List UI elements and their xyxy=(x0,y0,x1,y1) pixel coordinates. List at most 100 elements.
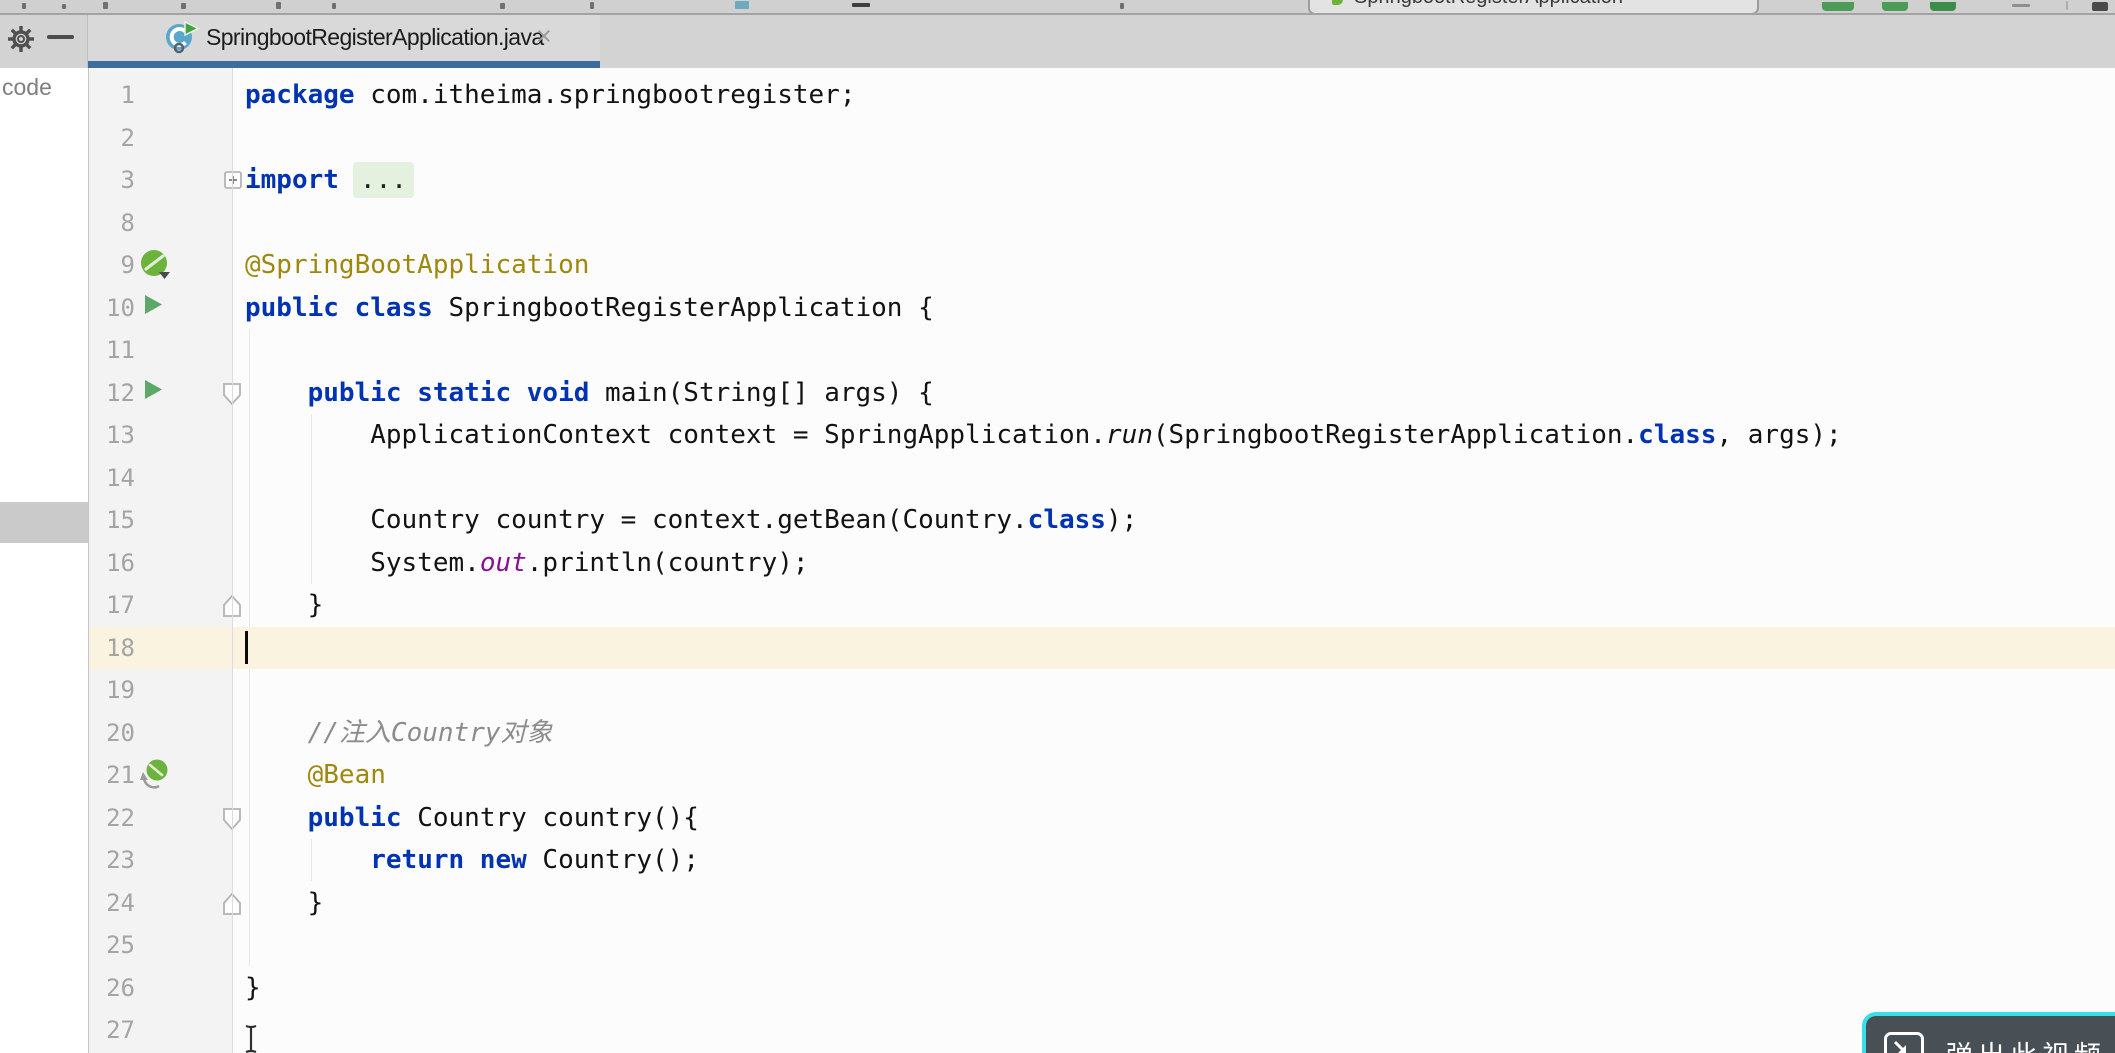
line-number[interactable]: 16 xyxy=(89,542,135,585)
line-number[interactable]: 13 xyxy=(89,414,135,457)
run-icon[interactable] xyxy=(140,377,174,411)
code-line[interactable]: 15 Country country = context.getBean(Cou… xyxy=(89,499,2115,542)
line-number[interactable]: 14 xyxy=(89,457,135,500)
line-number[interactable]: 26 xyxy=(89,967,135,1010)
gutter-cell: 23 xyxy=(89,839,232,882)
code-cell[interactable] xyxy=(232,924,2115,967)
code-line[interactable]: 23 return new Country(); xyxy=(89,839,2115,882)
breadcrumb-fragment xyxy=(500,3,505,9)
run-icon[interactable] xyxy=(140,292,174,326)
code-cell[interactable] xyxy=(232,117,2115,160)
code-cell[interactable] xyxy=(232,202,2115,245)
code-cell[interactable]: } xyxy=(232,967,2115,1010)
code-line[interactable]: 17 } xyxy=(89,584,2115,627)
code-cell[interactable]: Country country = context.getBean(Countr… xyxy=(232,499,2115,542)
line-number[interactable]: 8 xyxy=(89,202,135,245)
line-number[interactable]: 10 xyxy=(89,287,135,330)
code-line[interactable]: 26} xyxy=(89,967,2115,1010)
line-number[interactable]: 20 xyxy=(89,712,135,755)
code-line[interactable]: 27 xyxy=(89,1009,2115,1052)
line-number[interactable]: 27 xyxy=(89,1009,135,1052)
code-cell[interactable]: import... xyxy=(232,159,2115,202)
popout-video-button[interactable]: 弹出此视频 xyxy=(1862,1012,2115,1053)
code-cell[interactable]: return new Country(); xyxy=(232,839,2115,882)
springboot-icon[interactable] xyxy=(140,249,174,283)
code-line[interactable]: 9 @SpringBootApplication xyxy=(89,244,2115,287)
line-number[interactable]: 24 xyxy=(89,882,135,925)
line-number[interactable]: 17 xyxy=(89,584,135,627)
bean-icon[interactable] xyxy=(140,759,174,793)
code-cell[interactable]: ApplicationContext context = SpringAppli… xyxy=(232,414,2115,457)
gutter-cell: 2 xyxy=(89,117,232,160)
line-number[interactable]: 23 xyxy=(89,839,135,882)
panel-scrollbar-thumb[interactable] xyxy=(0,502,88,543)
tab-title: SpringbootRegisterApplication.java xyxy=(206,24,544,50)
code-line[interactable]: 14 xyxy=(89,457,2115,500)
line-number[interactable]: 18 xyxy=(89,627,135,670)
code-cell[interactable] xyxy=(232,329,2115,372)
code-cell[interactable] xyxy=(232,1009,2115,1052)
code-line[interactable]: 12 public static void main(String[] args… xyxy=(89,372,2115,415)
tab-springbootregisterapplication[interactable]: SpringbootRegisterApplication.java × xyxy=(88,13,600,61)
code-cell[interactable]: @SpringBootApplication xyxy=(232,244,2115,287)
close-icon[interactable]: × xyxy=(536,13,552,61)
java-class-run-icon xyxy=(164,19,200,55)
code-line[interactable]: 3 import... xyxy=(89,159,2115,202)
code-line[interactable]: 19 xyxy=(89,669,2115,712)
project-panel[interactable]: code xyxy=(0,68,89,1053)
toolbar-icon-fragment[interactable] xyxy=(2092,2,2108,11)
gutter-cell: 25 xyxy=(89,924,232,967)
run-button-fragment[interactable] xyxy=(1822,2,1854,11)
code-line[interactable]: 21 @Bean xyxy=(89,754,2115,797)
gutter-cell: 15 xyxy=(89,499,232,542)
line-number[interactable]: 9 xyxy=(89,244,135,287)
line-number[interactable]: 1 xyxy=(89,74,135,117)
minimize-icon[interactable] xyxy=(47,35,74,39)
line-number[interactable]: 22 xyxy=(89,797,135,840)
fold-marker-plus[interactable] xyxy=(224,171,242,194)
code-line[interactable]: 20 //注入Country对象 xyxy=(89,712,2115,755)
line-number[interactable]: 3 xyxy=(89,159,135,202)
line-number[interactable]: 11 xyxy=(89,329,135,372)
code-line[interactable]: 16 System.out.println(country); xyxy=(89,542,2115,585)
code-cell[interactable]: } xyxy=(232,882,2115,925)
code-cell[interactable]: @Bean xyxy=(232,754,2115,797)
line-number[interactable]: 2 xyxy=(89,117,135,160)
gutter-cell: 8 xyxy=(89,202,232,245)
code-cell[interactable]: System.out.println(country); xyxy=(232,542,2115,585)
line-number[interactable]: 15 xyxy=(89,499,135,542)
project-tree-item[interactable]: code xyxy=(2,74,52,101)
code-line[interactable]: 8 xyxy=(89,202,2115,245)
gutter-cell: 16 xyxy=(89,542,232,585)
code-line[interactable]: 11 xyxy=(89,329,2115,372)
code-line[interactable]: 22 public Country country(){ xyxy=(89,797,2115,840)
line-number[interactable]: 21 xyxy=(89,754,135,797)
code-cell[interactable]: public static void main(String[] args) { xyxy=(232,372,2115,415)
code-line[interactable]: 13 ApplicationContext context = SpringAp… xyxy=(89,414,2115,457)
debug-button-fragment[interactable] xyxy=(1882,2,1908,11)
code-cell[interactable]: } xyxy=(232,584,2115,627)
line-number[interactable]: 25 xyxy=(89,924,135,967)
coverage-button-fragment[interactable] xyxy=(1930,2,1956,11)
code-line[interactable]: 24 } xyxy=(89,882,2115,925)
code-line[interactable]: 25 xyxy=(89,924,2115,967)
code-cell[interactable]: public class SpringbootRegisterApplicati… xyxy=(232,287,2115,330)
code-cell[interactable] xyxy=(232,457,2115,500)
run-configuration-select[interactable]: SpringbootRegisterApplication xyxy=(1308,0,1759,13)
code-line[interactable]: 10 public class SpringbootRegisterApplica… xyxy=(89,287,2115,330)
code-cell[interactable] xyxy=(232,627,2115,670)
code-line[interactable]: 18 xyxy=(89,626,2115,670)
code-text: System.out.println(country); xyxy=(245,547,809,578)
gear-icon[interactable] xyxy=(5,23,37,55)
code-cell[interactable] xyxy=(232,669,2115,712)
code-line[interactable]: 2 xyxy=(89,117,2115,160)
code-line[interactable]: 1 package com.itheima.springbootregister; xyxy=(89,74,2115,117)
code-cell[interactable]: package com.itheima.springbootregister; xyxy=(232,74,2115,117)
code-text: Country country = context.getBean(Countr… xyxy=(245,505,1138,535)
line-number[interactable]: 12 xyxy=(89,372,135,415)
gutter-cell: 10 xyxy=(89,287,232,330)
spring-boot-icon xyxy=(1332,0,1343,5)
line-number[interactable]: 19 xyxy=(89,669,135,712)
code-cell[interactable]: public Country country(){ xyxy=(232,797,2115,840)
code-cell[interactable]: //注入Country对象 xyxy=(232,712,2115,755)
